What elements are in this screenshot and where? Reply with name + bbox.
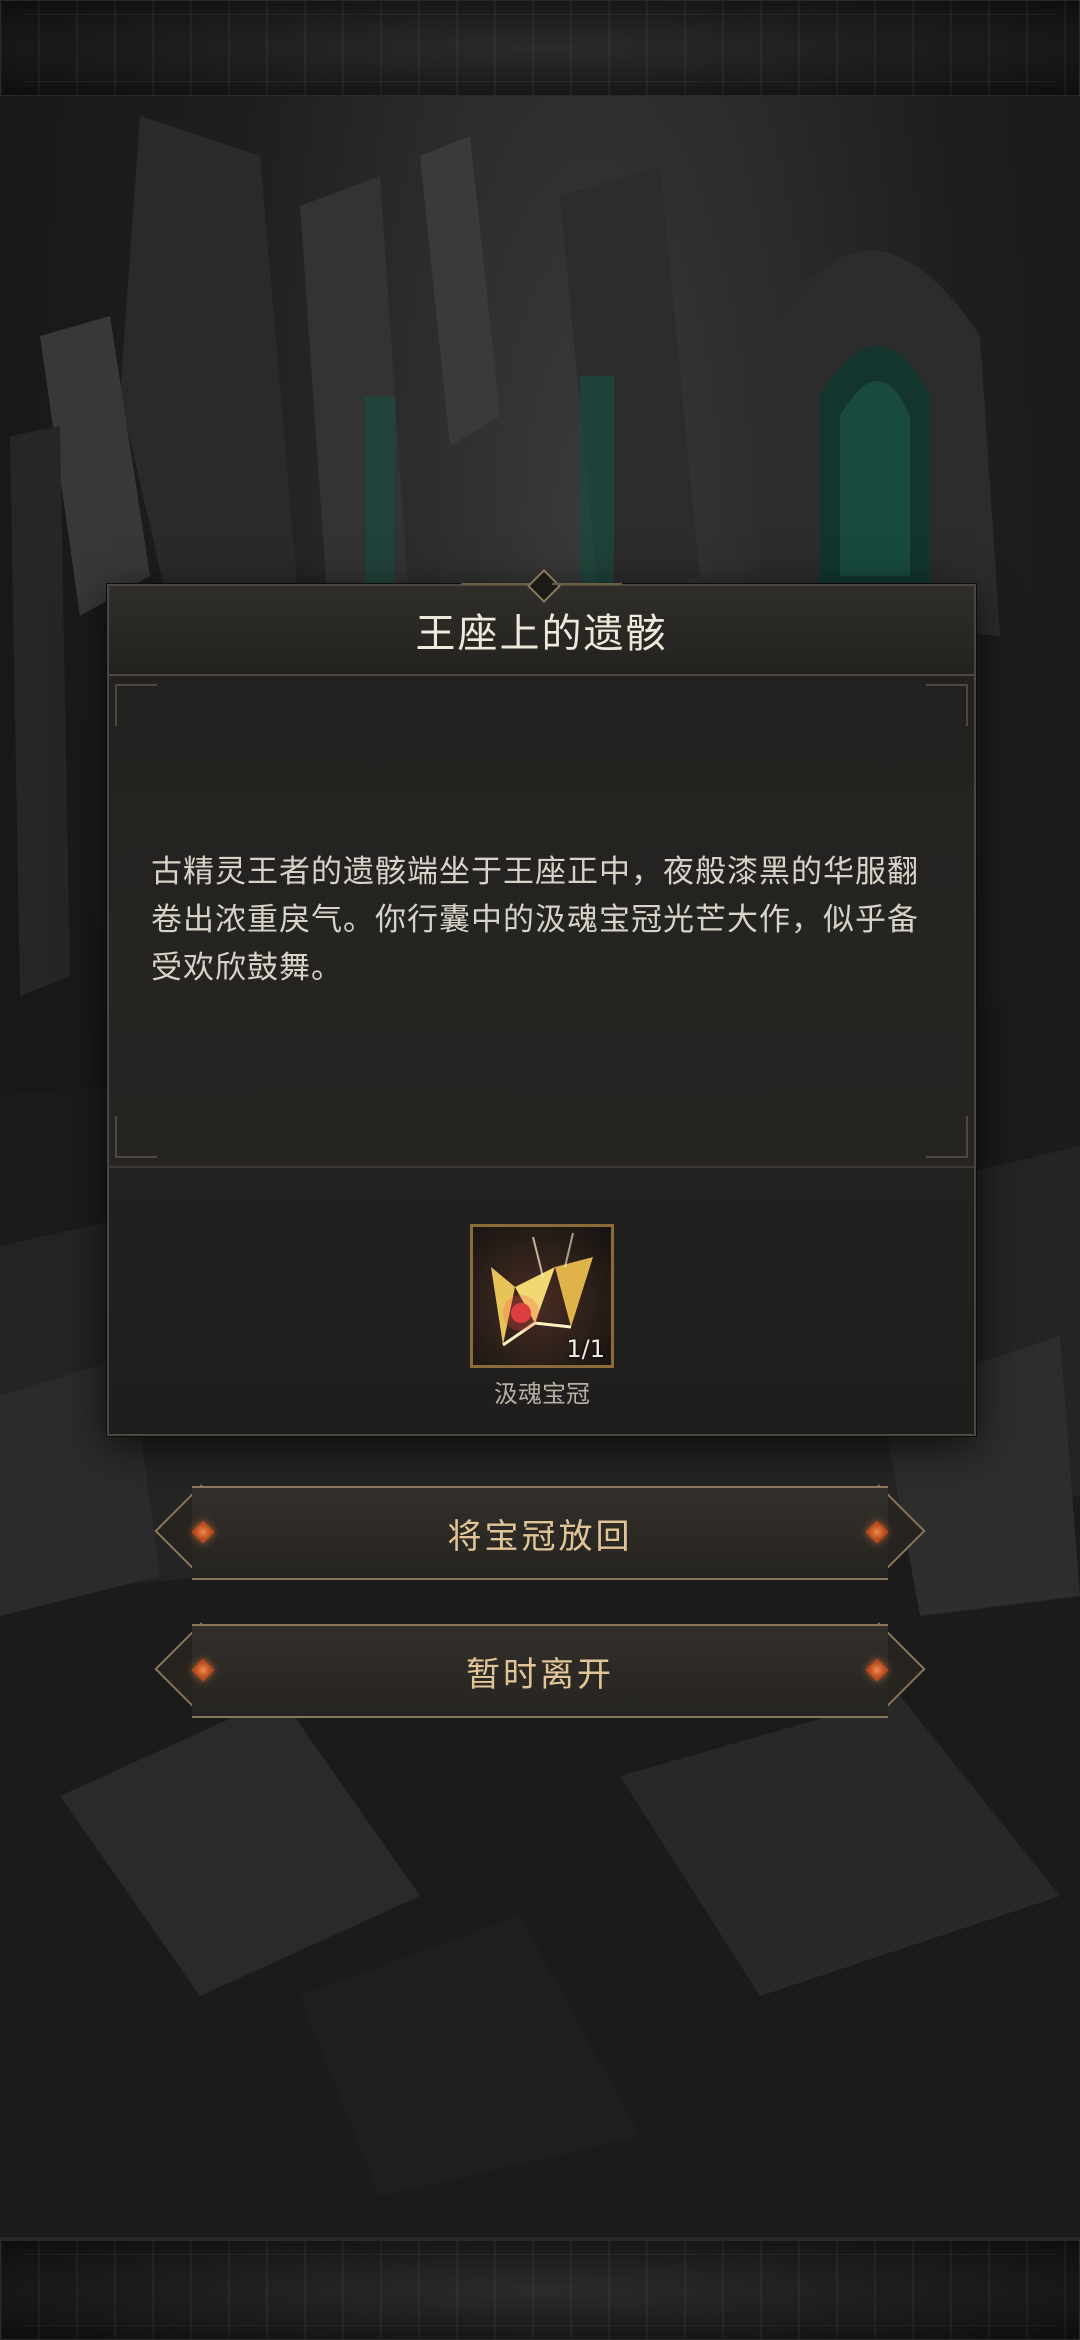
header-ornament-left xyxy=(461,583,531,585)
bottom-filigree xyxy=(24,2254,1056,2326)
required-item-area: 1/1 汲魂宝冠 xyxy=(109,1168,974,1434)
game-screen: 王座上的遗骸 古精灵王者的遗骸端坐于王座正中，夜般漆黑的华服翻卷出浓重戾气。你行… xyxy=(0,0,1080,2340)
item-slot[interactable]: 1/1 xyxy=(470,1224,614,1368)
item-name: 汲魂宝冠 xyxy=(494,1380,590,1408)
dialog-body: 古精灵王者的遗骸端坐于王座正中，夜般漆黑的华服翻卷出浓重戾气。你行囊中的汲魂宝冠… xyxy=(109,676,974,1166)
leave-button[interactable]: 暂时离开 xyxy=(154,1622,926,1718)
ornate-top-bar xyxy=(0,0,1080,99)
event-dialog: 王座上的遗骸 古精灵王者的遗骸端坐于王座正中，夜般漆黑的华服翻卷出浓重戾气。你行… xyxy=(107,569,976,1436)
return-crown-button[interactable]: 将宝冠放回 xyxy=(154,1484,926,1580)
corner-ornament xyxy=(926,1116,968,1158)
return-crown-label: 将宝冠放回 xyxy=(447,1516,633,1557)
dialog-title: 王座上的遗骸 xyxy=(415,611,668,657)
top-filigree xyxy=(24,14,1056,82)
corner-ornament xyxy=(115,684,157,726)
event-description: 古精灵王者的遗骸端坐于王座正中，夜般漆黑的华服翻卷出浓重戾气。你行囊中的汲魂宝冠… xyxy=(151,854,919,986)
leave-label: 暂时离开 xyxy=(466,1654,614,1695)
item-count: 1/1 xyxy=(566,1335,605,1363)
ornate-bottom-bar xyxy=(0,2237,1080,2340)
dialog-header: 王座上的遗骸 xyxy=(109,569,974,676)
corner-ornament xyxy=(115,1116,157,1158)
header-ornament-right xyxy=(552,583,622,585)
corner-ornament xyxy=(926,684,968,726)
